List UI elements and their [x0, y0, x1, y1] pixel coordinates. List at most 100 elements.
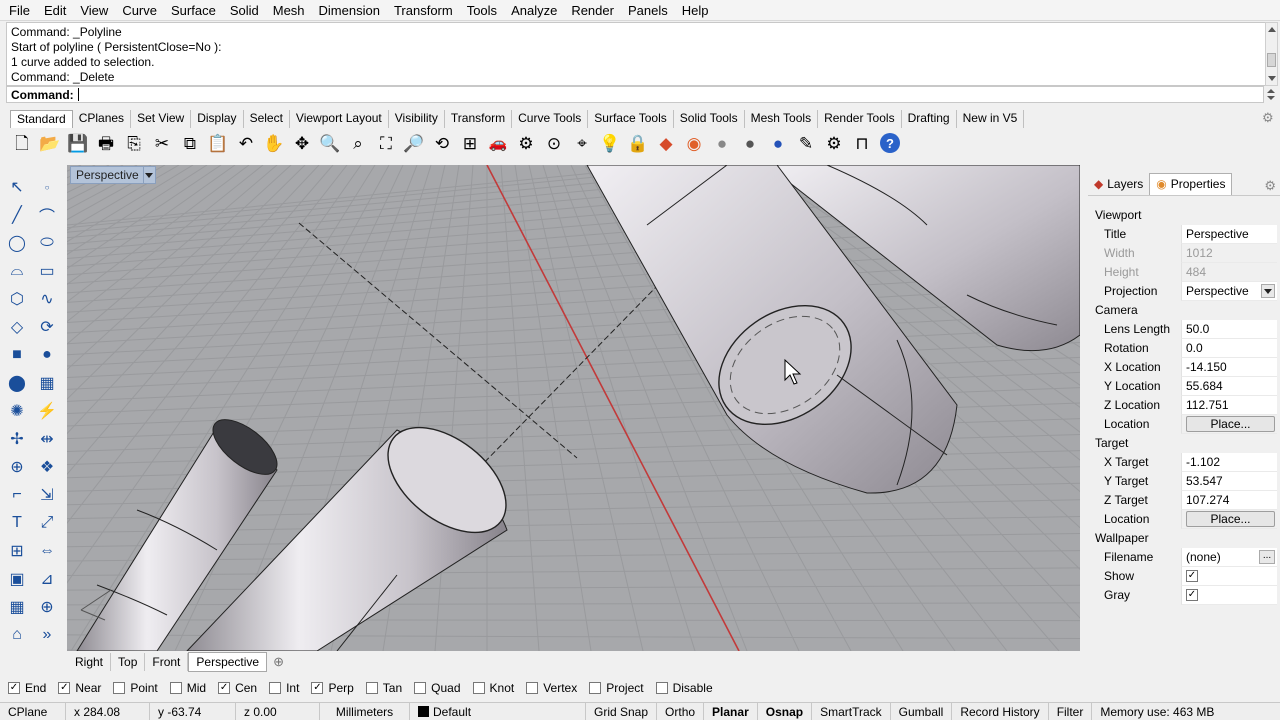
- osnap-checkbox[interactable]: ✓: [8, 682, 20, 694]
- panel-settings-gear-icon[interactable]: ⚙: [1264, 178, 1276, 194]
- car-icon[interactable]: 🚗: [484, 130, 512, 156]
- save-icon[interactable]: 💾: [64, 130, 92, 156]
- more-icon[interactable]: »: [32, 621, 62, 649]
- analyze-icon[interactable]: ⊕: [32, 593, 62, 621]
- tab-standard[interactable]: Standard: [10, 110, 73, 128]
- tab-viewport-right[interactable]: Right: [68, 653, 112, 671]
- color-wheel-icon[interactable]: ◉: [680, 130, 708, 156]
- osnap-checkbox[interactable]: [365, 682, 378, 694]
- split-icon[interactable]: ⚡: [32, 397, 62, 425]
- osnap-cen[interactable]: ✓ Cen: [218, 681, 257, 695]
- tab-properties[interactable]: ◉ Properties: [1149, 172, 1233, 195]
- menu-tools[interactable]: Tools: [460, 0, 504, 21]
- osnap-project[interactable]: Project: [589, 681, 644, 695]
- tab-visibility[interactable]: Visibility: [389, 110, 445, 128]
- spin-down-icon[interactable]: [1267, 96, 1275, 100]
- zoom-extents-icon[interactable]: ⛶: [372, 130, 400, 156]
- tab-drafting[interactable]: Drafting: [902, 110, 957, 128]
- zoom-selected-icon[interactable]: 🔎: [400, 130, 428, 156]
- revolve-icon[interactable]: ⟳: [32, 313, 62, 341]
- menu-panels[interactable]: Panels: [621, 0, 675, 21]
- help-icon[interactable]: ?: [880, 133, 900, 153]
- menu-curve[interactable]: Curve: [115, 0, 164, 21]
- tab-mesh-tools[interactable]: Mesh Tools: [745, 110, 819, 128]
- prop-value-show[interactable]: ✓: [1181, 567, 1277, 586]
- prop-value-x-location[interactable]: -14.150: [1181, 358, 1277, 377]
- menu-transform[interactable]: Transform: [387, 0, 460, 21]
- osnap-point[interactable]: Point: [113, 681, 158, 695]
- osnap-checkbox[interactable]: [169, 682, 182, 694]
- mirror-icon[interactable]: ⇔: [32, 537, 62, 565]
- status-toggle-gumball[interactable]: Gumball: [891, 702, 953, 720]
- offset-icon[interactable]: ⇲: [32, 481, 62, 509]
- command-line[interactable]: Command:: [6, 86, 1264, 103]
- tab-viewport-layout[interactable]: Viewport Layout: [290, 110, 389, 128]
- command-line-spinner[interactable]: [1265, 86, 1278, 103]
- status-toggle-grid-snap[interactable]: Grid Snap: [586, 702, 658, 720]
- status-cplane[interactable]: CPlane: [0, 702, 66, 720]
- prop-value-title[interactable]: Perspective: [1181, 225, 1277, 244]
- command-history-scrollbar[interactable]: [1265, 22, 1278, 86]
- group-icon[interactable]: ❖: [32, 453, 62, 481]
- tab-viewport-perspective[interactable]: Perspective: [188, 652, 268, 672]
- curve-icon[interactable]: ⌒: [32, 201, 62, 229]
- status-units[interactable]: Millimeters: [320, 702, 410, 720]
- import-icon[interactable]: ⎘: [120, 130, 148, 156]
- grid-icon[interactable]: ▦: [2, 593, 32, 621]
- status-toggle-filter[interactable]: Filter: [1049, 702, 1093, 720]
- explode-icon[interactable]: ✺: [2, 397, 32, 425]
- browse-filename-button[interactable]: ...: [1259, 550, 1275, 564]
- checkbox-show[interactable]: ✓: [1186, 570, 1198, 582]
- status-toggle-osnap[interactable]: Osnap: [758, 702, 813, 720]
- menu-help[interactable]: Help: [675, 0, 716, 21]
- menu-analyze[interactable]: Analyze: [504, 0, 564, 21]
- undo-view-icon[interactable]: ⟲: [428, 130, 456, 156]
- osnap-checkbox[interactable]: [526, 682, 539, 694]
- prop-value-y-location[interactable]: 55.684: [1181, 377, 1277, 396]
- ellipse-icon[interactable]: ⬭: [32, 229, 62, 257]
- print-icon[interactable]: 🖶: [92, 130, 120, 156]
- paste-icon[interactable]: 📋: [204, 130, 232, 156]
- osnap-disable[interactable]: Disable: [655, 681, 713, 695]
- text-icon[interactable]: T: [2, 509, 32, 537]
- undo-icon[interactable]: ↶: [232, 130, 260, 156]
- osnap-tan[interactable]: Tan: [365, 681, 402, 695]
- scroll-thumb[interactable]: [1267, 53, 1276, 67]
- cut-icon[interactable]: ✂: [148, 130, 176, 156]
- cylinder-icon[interactable]: ⬤: [2, 369, 32, 397]
- menu-view[interactable]: View: [73, 0, 115, 21]
- render-tool-icon[interactable]: ⌂: [2, 621, 32, 649]
- prop-value-z-target[interactable]: 107.274: [1181, 491, 1277, 510]
- dimension-tool-icon[interactable]: ⊿: [32, 565, 62, 593]
- status-toggle-record-history[interactable]: Record History: [952, 702, 1049, 720]
- prop-value-gray[interactable]: ✓: [1181, 586, 1277, 605]
- light-icon[interactable]: 💡: [596, 130, 624, 156]
- shade-icon[interactable]: ⚙: [512, 130, 540, 156]
- tab-surface-tools[interactable]: Surface Tools: [588, 110, 674, 128]
- osnap-checkbox[interactable]: [414, 682, 427, 694]
- prop-value-filename[interactable]: (none)...: [1181, 548, 1277, 567]
- mesh-icon[interactable]: ▦: [32, 369, 62, 397]
- circle-icon[interactable]: ◯: [2, 229, 32, 257]
- freeform-icon[interactable]: ∿: [32, 285, 62, 313]
- place-button[interactable]: Place...: [1186, 416, 1275, 432]
- osnap-checkbox[interactable]: [269, 682, 282, 694]
- snap-icon[interactable]: ⌖: [568, 130, 596, 156]
- sphere-blue-icon[interactable]: ●: [764, 130, 792, 156]
- status-layer[interactable]: Default: [410, 702, 586, 720]
- scale-icon[interactable]: ⤢: [32, 509, 62, 537]
- prop-value-x-target[interactable]: -1.102: [1181, 453, 1277, 472]
- osnap-perp[interactable]: ✓ Perp: [311, 681, 354, 695]
- new-file-icon[interactable]: 🗋: [8, 130, 36, 156]
- tab-set-view[interactable]: Set View: [131, 110, 192, 128]
- scroll-up-icon[interactable]: [1268, 27, 1276, 32]
- prop-value-y-target[interactable]: 53.547: [1181, 472, 1277, 491]
- menu-dimension[interactable]: Dimension: [312, 0, 387, 21]
- spin-up-icon[interactable]: [1267, 89, 1275, 93]
- tab-transform[interactable]: Transform: [445, 110, 513, 128]
- zoom-window-icon[interactable]: ⌕: [344, 130, 372, 156]
- sphere-grey-icon[interactable]: ●: [708, 130, 736, 156]
- perspective-viewport[interactable]: [67, 165, 1080, 651]
- move-icon[interactable]: ✢: [2, 425, 32, 453]
- viewport-menu-chevron-down-icon[interactable]: [142, 167, 155, 183]
